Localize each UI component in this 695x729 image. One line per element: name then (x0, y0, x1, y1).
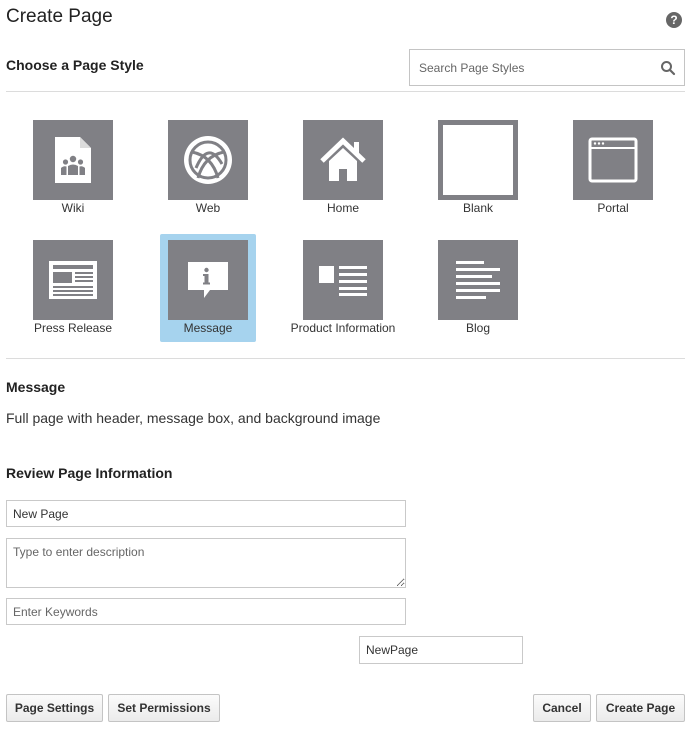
style-label-web: Web (195, 201, 221, 215)
set-permissions-button[interactable]: Set Permissions (108, 694, 220, 722)
search-page-styles-input[interactable] (417, 60, 647, 76)
style-tile-press-release[interactable]: Press Release (25, 234, 121, 342)
style-tile-message[interactable]: Message (160, 234, 256, 342)
style-tile-web[interactable]: Web (160, 114, 256, 222)
style-tile-blank[interactable]: Blank (430, 114, 526, 222)
dialog-title: Create Page (6, 6, 113, 27)
style-label-home: Home (326, 201, 359, 215)
product-information-icon (303, 240, 383, 320)
style-label-blank: Blank (462, 201, 494, 215)
search-icon[interactable] (660, 60, 676, 76)
blog-text-icon (438, 240, 518, 320)
selected-style-description: Full page with header, message box, and … (6, 410, 381, 426)
press-release-icon (33, 240, 113, 320)
page-name-field[interactable] (6, 500, 406, 527)
style-label-product-information: Product Information (290, 321, 396, 335)
keywords-field[interactable] (6, 598, 406, 625)
style-tile-product-information[interactable]: Product Information (291, 234, 395, 342)
style-tile-wiki[interactable]: Wiki (25, 114, 121, 222)
style-tile-home[interactable]: Home (295, 114, 391, 222)
style-label-blog: Blog (465, 321, 491, 335)
page-url-name-field[interactable] (359, 636, 523, 664)
wiki-document-icon (33, 120, 113, 200)
blank-page-icon (438, 120, 518, 200)
portal-window-icon (573, 120, 653, 200)
middle-divider (6, 358, 685, 359)
selected-style-name: Message (6, 379, 66, 395)
description-field[interactable] (6, 538, 406, 588)
style-tile-blog[interactable]: Blog (430, 234, 526, 342)
choose-style-heading: Choose a Page Style (6, 57, 144, 73)
style-label-wiki: Wiki (61, 201, 85, 215)
style-label-portal: Portal (597, 201, 629, 215)
help-icon[interactable]: ? (666, 12, 682, 28)
create-page-button[interactable]: Create Page (596, 694, 685, 722)
home-icon (303, 120, 383, 200)
web-globe-icon (168, 120, 248, 200)
style-label-message: Message (183, 321, 233, 335)
cancel-button[interactable]: Cancel (533, 694, 591, 722)
message-info-icon (168, 240, 248, 320)
style-tile-portal[interactable]: Portal (565, 114, 661, 222)
page-settings-button[interactable]: Page Settings (6, 694, 103, 722)
top-divider (6, 91, 685, 92)
search-page-styles-box (409, 49, 685, 86)
style-label-press-release: Press Release (33, 321, 113, 335)
review-heading: Review Page Information (6, 465, 173, 481)
